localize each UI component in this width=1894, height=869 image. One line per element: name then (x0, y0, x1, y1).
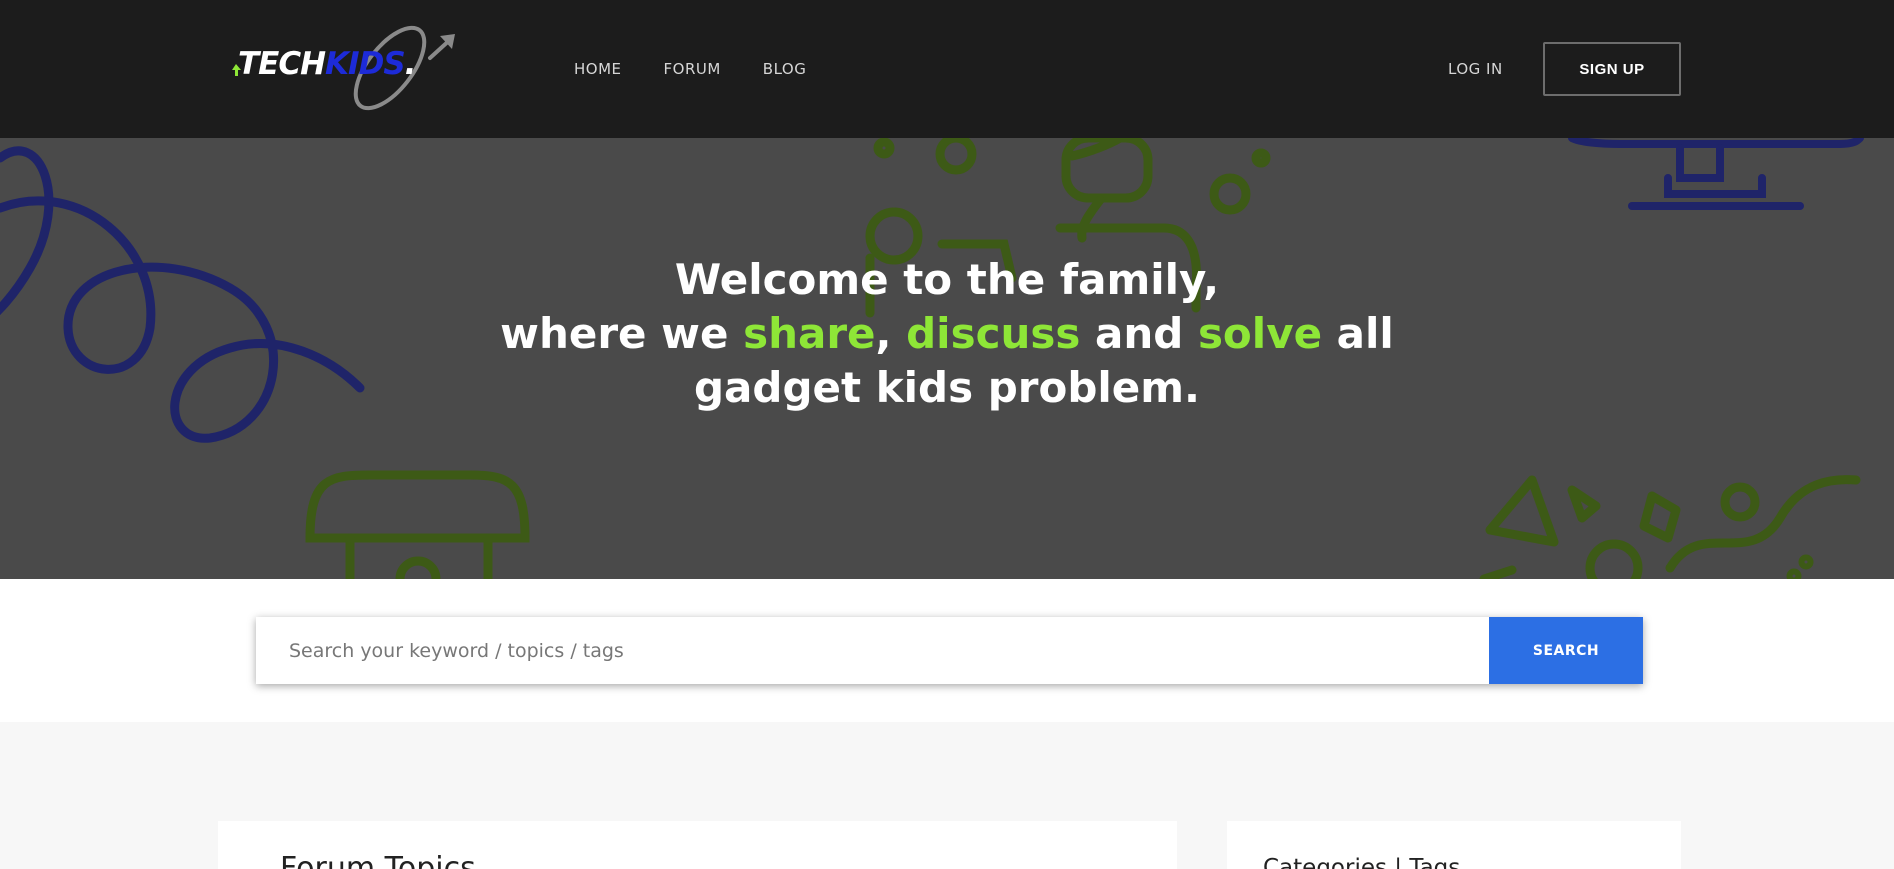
hero-line-2-pre: where we (500, 309, 744, 358)
logo-dot-text: . (404, 46, 417, 82)
hero-word-solve: solve (1197, 309, 1323, 358)
hero-word-share: share (743, 309, 876, 358)
categories-tags-card: Categories | Tags (1227, 821, 1681, 869)
logo-tech-text: TECH (238, 46, 326, 82)
monitor-doodle-icon (1568, 138, 1864, 210)
shapes-doodle-icon (1479, 475, 1861, 579)
top-navbar: TECHKIDS. HOME FORUM BLOG LOG IN SIGN UP (0, 0, 1894, 138)
forum-topics-title: Forum Topics (280, 851, 476, 869)
hero-word-discuss: discuss (906, 309, 1081, 358)
lamp-doodle-icon (305, 470, 530, 579)
nav-blog[interactable]: BLOG (763, 60, 807, 78)
hero-line-1: Welcome to the family, (674, 255, 1220, 304)
categories-tags-title: Categories | Tags (1263, 855, 1461, 869)
nav-forum[interactable]: FORUM (664, 60, 721, 78)
login-link[interactable]: LOG IN (1448, 60, 1503, 78)
forum-topics-card: Forum Topics (218, 821, 1177, 869)
hero-line-3: gadget kids problem. (693, 363, 1201, 412)
search-button[interactable]: SEARCH (1489, 617, 1643, 684)
nav-home[interactable]: HOME (574, 60, 622, 78)
logo-kids-text: KIDS (325, 46, 406, 82)
techkids-logo[interactable]: TECHKIDS. (230, 24, 470, 119)
main-nav: HOME FORUM BLOG (574, 60, 848, 78)
search-input[interactable] (256, 617, 1489, 684)
hero-sep-2: and (1080, 309, 1198, 358)
hero-banner: Welcome to the family, where we share, d… (0, 138, 1894, 579)
logo-wordmark: TECHKIDS. (238, 46, 417, 82)
hero-line-2: where we share, discuss and solve all (0, 307, 1894, 361)
hero-line-2-post: all (1322, 309, 1394, 358)
search-bar: SEARCH (256, 617, 1643, 684)
signup-button[interactable]: SIGN UP (1543, 42, 1681, 96)
hero-heading: Welcome to the family, where we share, d… (0, 253, 1894, 415)
hero-sep-1: , (875, 309, 907, 358)
